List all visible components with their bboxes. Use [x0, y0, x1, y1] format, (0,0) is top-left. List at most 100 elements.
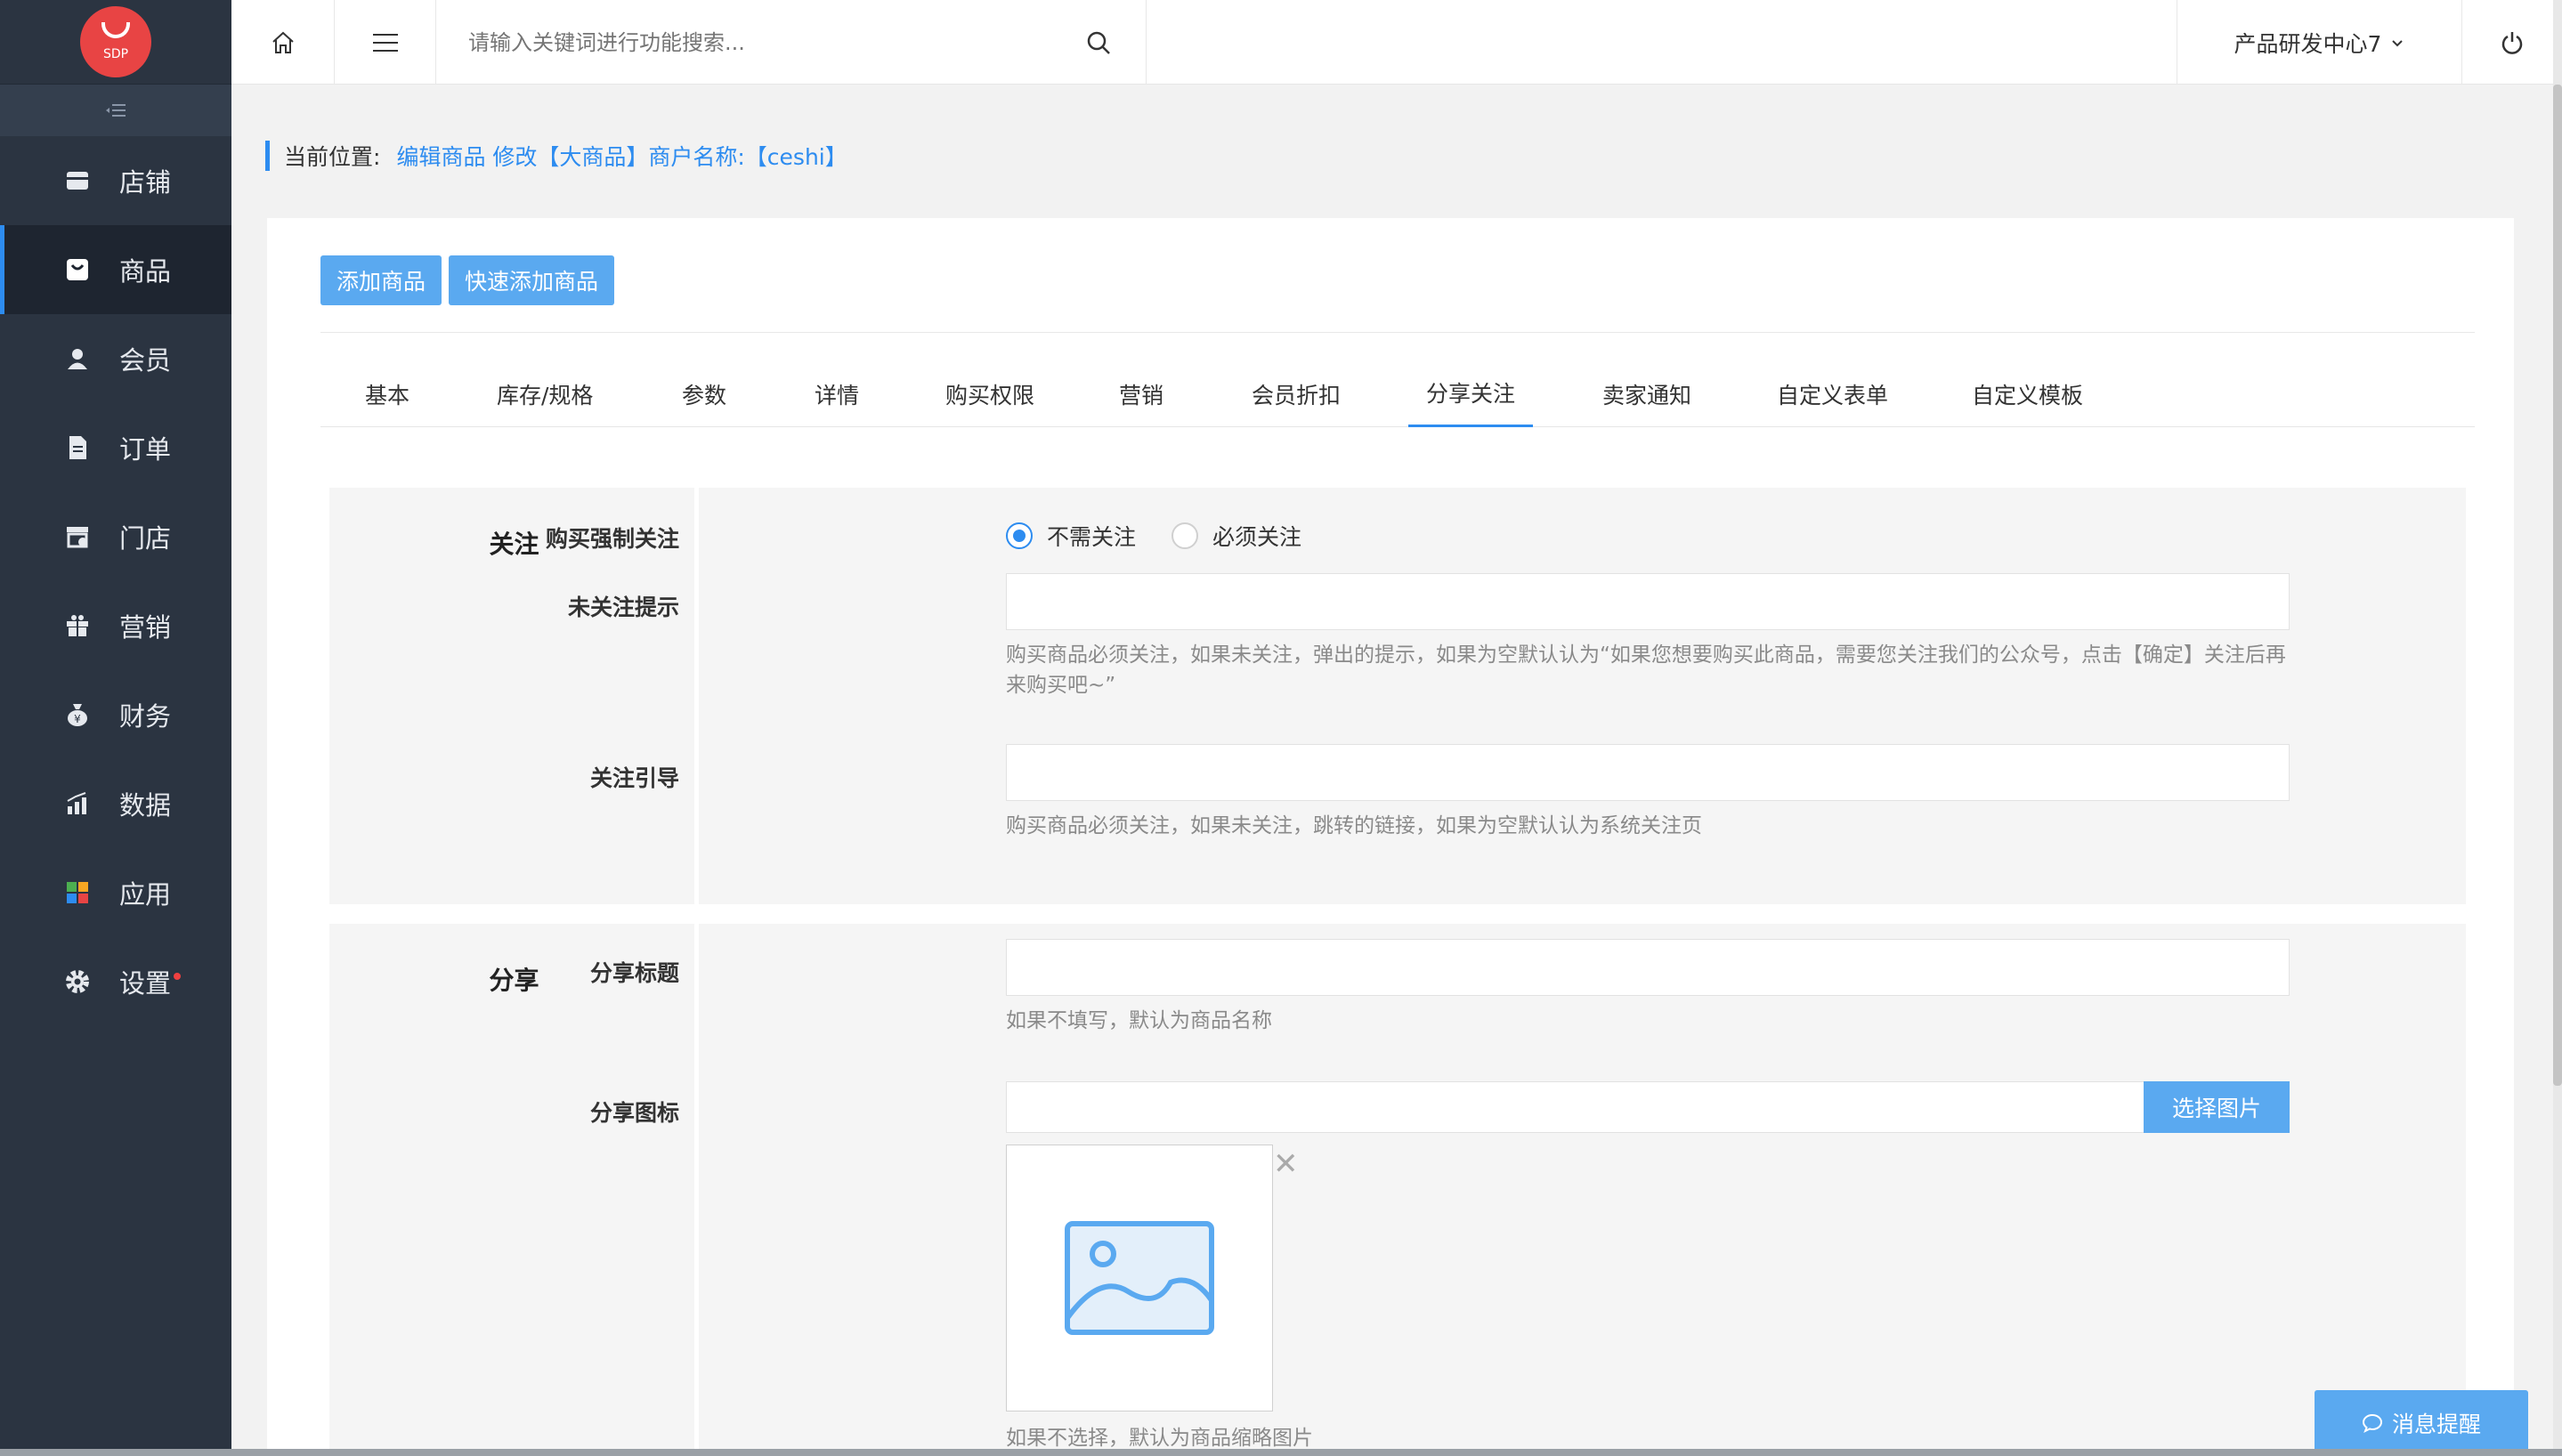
sidebar-item-finance[interactable]: ¥ 财务 — [0, 670, 231, 759]
org-dropdown[interactable]: 产品研发中心7 — [2177, 0, 2462, 85]
sidebar-item-label: 会员 — [119, 345, 172, 376]
sidebar-item-order[interactable]: 订单 — [0, 403, 231, 492]
unfollowed-tip-input[interactable] — [1006, 573, 2290, 630]
tab-stock[interactable]: 库存/规格 — [497, 360, 593, 427]
menu-icon — [372, 33, 398, 52]
force-follow-label: 购买强制关注 — [545, 526, 679, 552]
logo[interactable]: SDP — [80, 6, 151, 77]
home-icon — [272, 31, 294, 53]
share-title-label: 分享标题 — [589, 960, 679, 986]
document-icon — [62, 433, 93, 463]
topbar: 产品研发中心7 — [231, 0, 2562, 85]
tab-share-follow[interactable]: 分享关注 — [1408, 360, 1534, 427]
add-goods-button[interactable]: 添加商品 — [320, 255, 442, 305]
home-button[interactable] — [231, 0, 335, 85]
radio-must-follow-label: 必须关注 — [1212, 524, 1302, 550]
scrollbar-thumb[interactable] — [2553, 85, 2562, 1086]
sidebar-item-goods[interactable]: 商品 — [0, 225, 231, 314]
follow-guide-label: 关注引导 — [589, 765, 679, 791]
sidebar-item-shop[interactable]: 门店 — [0, 492, 231, 581]
sidebar-item-label: 店铺 — [119, 167, 172, 198]
logo-area: SDP — [0, 0, 231, 85]
logo-smile-icon — [101, 22, 130, 38]
chat-bubble-icon — [2362, 1413, 2382, 1434]
chart-icon — [62, 789, 93, 819]
follow-guide-help: 购买商品必须关注，如果未关注，跳转的链接，如果为空默认认为系统关注页 — [1006, 814, 1702, 837]
menu-button[interactable] — [335, 0, 436, 85]
logout-button[interactable] — [2462, 0, 2562, 85]
chevron-down-icon — [2392, 39, 2404, 46]
user-icon — [62, 344, 93, 374]
share-title-input[interactable] — [1006, 939, 2290, 996]
sidebar-item-store[interactable]: 店铺 — [0, 136, 231, 225]
share-icon-input[interactable] — [1006, 1081, 2145, 1133]
apps-icon — [62, 878, 93, 908]
search-box — [436, 0, 1147, 85]
collapse-sidebar-icon[interactable] — [0, 85, 231, 136]
radio-no-follow[interactable] — [1006, 522, 1033, 549]
sidebar-item-label: 应用 — [119, 879, 172, 910]
tab-custom-template[interactable]: 自定义模板 — [1972, 360, 2083, 427]
unfollowed-tip-help: 购买商品必须关注，如果未关注，弹出的提示，如果为空默认认为“如果您想要购买此商品… — [1006, 643, 2286, 697]
image-placeholder-icon — [1065, 1221, 1214, 1335]
sidebar-item-marketing[interactable]: 营销 — [0, 581, 231, 670]
bag-icon — [62, 255, 93, 285]
tab-basic[interactable]: 基本 — [365, 360, 409, 427]
sidebar-item-label: 订单 — [119, 434, 172, 465]
sidebar-item-data[interactable]: 数据 — [0, 759, 231, 848]
message-reminder-label: 消息提醒 — [2391, 1412, 2481, 1437]
sidebar-item-label: 数据 — [119, 790, 172, 821]
store-icon — [62, 166, 93, 196]
tab-marketing[interactable]: 营销 — [1119, 360, 1163, 427]
follow-guide-input[interactable] — [1006, 744, 2290, 801]
gear-icon — [62, 967, 93, 997]
share-section: 分享 分享标题 如果不填写，默认为商品名称 分享图标 选择图片 ✕ 如果不选择，… — [329, 924, 2466, 1456]
remove-image-icon[interactable]: ✕ — [1273, 1146, 1299, 1182]
sidebar-item-apps[interactable]: 应用 — [0, 848, 231, 937]
quick-add-goods-button[interactable]: 快速添加商品 — [449, 255, 615, 305]
svg-text:¥: ¥ — [74, 713, 81, 725]
sidebar-item-label: 营销 — [119, 612, 172, 643]
share-image-preview[interactable] — [1006, 1145, 1273, 1412]
search-input[interactable] — [468, 29, 1038, 55]
sidebar-item-label: 商品 — [119, 256, 172, 287]
breadcrumb: 当前位置: 编辑商品 修改【大商品】商户名称:【ceshi】 — [265, 141, 847, 171]
sidebar-item-label: 门店 — [119, 523, 172, 554]
divider — [320, 332, 2475, 333]
tab-seller-notify[interactable]: 卖家通知 — [1602, 360, 1691, 427]
tab-params[interactable]: 参数 — [682, 360, 726, 427]
logo-text: SDP — [102, 47, 129, 61]
radio-no-follow-label: 不需关注 — [1047, 524, 1137, 550]
sidebar: SDP 店铺 商品 会员 订单 门店 营销 ¥ 财务 数据 应用 设置 — [0, 0, 231, 1456]
message-reminder-button[interactable]: 消息提醒 — [2315, 1390, 2528, 1456]
sidebar-item-label: 财务 — [119, 701, 172, 732]
tab-member-discount[interactable]: 会员折扣 — [1252, 360, 1341, 427]
follow-section: 关注 购买强制关注 不需关注 必须关注 未关注提示 购买商品必须关注，如果未关注… — [329, 488, 2466, 904]
unfollowed-tip-label: 未关注提示 — [567, 595, 679, 620]
sidebar-item-member[interactable]: 会员 — [0, 314, 231, 403]
power-icon — [2501, 31, 2523, 54]
tab-bar: 基本 库存/规格 参数 详情 购买权限 营销 会员折扣 分享关注 卖家通知 自定… — [320, 360, 2475, 427]
radio-must-follow[interactable] — [1172, 522, 1199, 549]
tab-detail[interactable]: 详情 — [815, 360, 859, 427]
sidebar-item-label: 设置 — [119, 968, 172, 999]
action-buttons: 添加商品 快速添加商品 — [320, 255, 615, 305]
main-panel: 添加商品 快速添加商品 基本 库存/规格 参数 详情 购买权限 营销 会员折扣 … — [267, 218, 2514, 1456]
topbar-spacer — [1147, 0, 2177, 85]
share-icon-label: 分享图标 — [589, 1100, 679, 1126]
tab-purchase-permission[interactable]: 购买权限 — [945, 360, 1034, 427]
gift-icon — [62, 611, 93, 641]
shop-icon — [62, 522, 93, 552]
section-sidebar — [329, 924, 699, 1456]
money-bag-icon: ¥ — [62, 700, 93, 730]
force-follow-radio-group: 不需关注 必须关注 — [1006, 520, 1301, 552]
select-image-button[interactable]: 选择图片 — [2144, 1081, 2290, 1133]
org-name: 产品研发中心7 — [2234, 30, 2382, 57]
sidebar-item-settings[interactable]: 设置 — [0, 937, 231, 1026]
share-title-help: 如果不填写，默认为商品名称 — [1006, 1009, 1272, 1032]
bottom-bar — [0, 1449, 2562, 1456]
tab-custom-form[interactable]: 自定义表单 — [1777, 360, 1888, 427]
search-icon[interactable] — [1085, 29, 1112, 56]
breadcrumb-path[interactable]: 编辑商品 修改【大商品】商户名称:【ceshi】 — [396, 140, 847, 172]
notification-dot — [174, 973, 181, 980]
